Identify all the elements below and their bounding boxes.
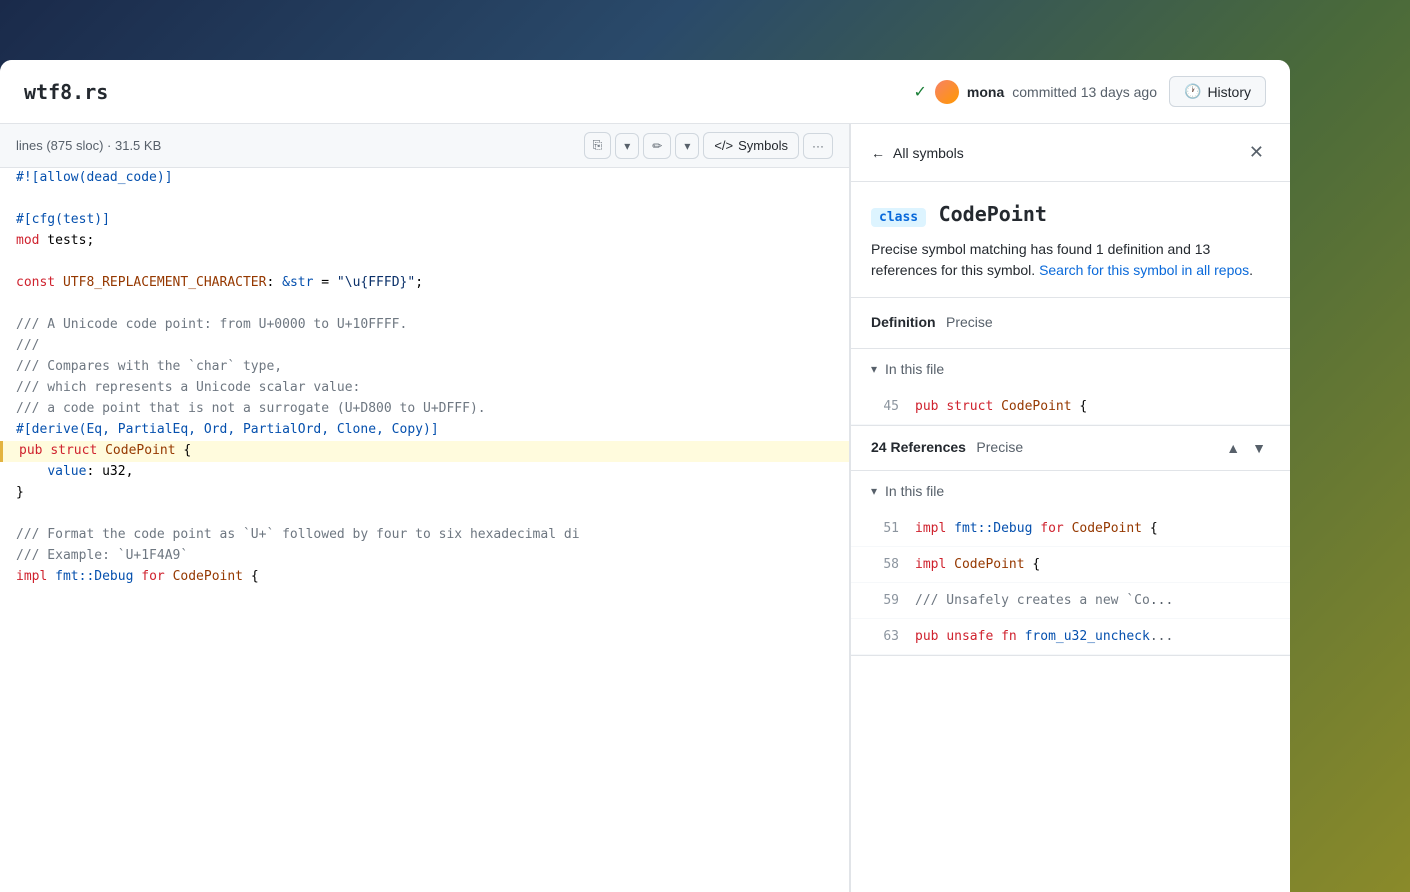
references-header: 24 References Precise ▲ ▼: [851, 426, 1290, 471]
commit-message: committed 13 days ago: [1012, 84, 1157, 100]
ref-code: impl fmt::Debug for CodePoint {: [915, 521, 1270, 536]
symbol-name: CodePoint: [939, 202, 1047, 226]
code-line: /// Example: `U+1F4A9`: [0, 546, 849, 567]
copy-button[interactable]: ⎘: [584, 132, 612, 159]
ref-line-num: 58: [871, 557, 899, 572]
code-line: #[cfg(test)]: [0, 210, 849, 231]
code-panel: lines (875 sloc) · 31.5 KB ⎘ ▾ ✏ ▾ </> S…: [0, 124, 850, 892]
symbol-title-section: class CodePoint Precise symbol matching …: [851, 182, 1290, 298]
ref-code: impl CodePoint {: [915, 557, 1270, 572]
copy-dropdown-button[interactable]: ▾: [615, 133, 639, 159]
definition-section: Definition Precise: [851, 298, 1290, 349]
ref-line-num: 59: [871, 593, 899, 608]
file-header: wtf8.rs ✓ mona committed 13 days ago 🕐 H…: [0, 60, 1290, 124]
code-line: /// a code point that is not a surrogate…: [0, 399, 849, 420]
code-line: }: [0, 483, 849, 504]
ref-code: pub unsafe fn from_u32_uncheck...: [915, 629, 1270, 644]
code-line: /// A Unicode code point: from U+0000 to…: [0, 315, 849, 336]
code-line: /// Compares with the `char` type,: [0, 357, 849, 378]
code-line: [0, 189, 849, 210]
definition-ref-item[interactable]: 45 pub struct CodePoint {: [851, 389, 1290, 425]
code-line: #[derive(Eq, PartialEq, Ord, PartialOrd,…: [0, 420, 849, 441]
toolbar-actions: ⎘ ▾ ✏ ▾ </> Symbols ···: [584, 132, 833, 159]
file-title: wtf8.rs: [24, 80, 108, 104]
references-count-label: 24 References: [871, 439, 966, 455]
panel-close-button[interactable]: ✕: [1243, 140, 1270, 165]
content-area: lines (875 sloc) · 31.5 KB ⎘ ▾ ✏ ▾ </> S…: [0, 124, 1290, 892]
code-line: [0, 252, 849, 273]
code-line: [0, 294, 849, 315]
symbols-icon: </>: [714, 138, 733, 153]
chevron-down-icon-refs: ▾: [871, 484, 877, 498]
edit-button[interactable]: ✏: [643, 133, 671, 159]
code-line: /// which represents a Unicode scalar va…: [0, 378, 849, 399]
main-container: wtf8.rs ✓ mona committed 13 days ago 🕐 H…: [0, 60, 1290, 892]
symbols-button[interactable]: </> Symbols: [703, 132, 799, 159]
definition-in-file-header[interactable]: ▾ In this file: [851, 349, 1290, 389]
symbols-label: Symbols: [738, 138, 788, 153]
code-line: ///: [0, 336, 849, 357]
commit-info: ✓ mona committed 13 days ago: [914, 80, 1158, 104]
commit-author: mona: [967, 84, 1004, 100]
collapse-down-button[interactable]: ▼: [1248, 438, 1270, 458]
symbol-description: Precise symbol matching has found 1 defi…: [871, 239, 1270, 281]
avatar: [935, 80, 959, 104]
ref-item-63[interactable]: 63 pub unsafe fn from_u32_uncheck...: [851, 619, 1290, 655]
back-label: All symbols: [893, 145, 964, 161]
references-title-area: 24 References Precise: [871, 439, 1023, 457]
search-symbol-link[interactable]: Search for this symbol in all repos: [1039, 262, 1249, 278]
definition-type: Precise: [946, 314, 993, 330]
code-line: const UTF8_REPLACEMENT_CHARACTER: &str =…: [0, 273, 849, 294]
ref-item-58[interactable]: 58 impl CodePoint {: [851, 547, 1290, 583]
ref-line-num: 63: [871, 629, 899, 644]
code-line: /// Format the code point as `U+` follow…: [0, 525, 849, 546]
collapse-controls: ▲ ▼: [1222, 438, 1270, 458]
code-line: value: u32,: [0, 462, 849, 483]
code-line: impl fmt::Debug for CodePoint {: [0, 567, 849, 588]
back-arrow-icon: ←: [871, 145, 885, 161]
collapse-up-button[interactable]: ▲: [1222, 438, 1244, 458]
in-file-label: In this file: [885, 361, 944, 377]
code-line: [0, 504, 849, 525]
ref-item-59[interactable]: 59 /// Unsafely creates a new `Co...: [851, 583, 1290, 619]
symbol-title-row: class CodePoint: [871, 202, 1270, 227]
refs-in-file-label: In this file: [885, 483, 944, 499]
ref-line-num: 51: [871, 521, 899, 536]
code-toolbar: lines (875 sloc) · 31.5 KB ⎘ ▾ ✏ ▾ </> S…: [0, 124, 849, 168]
symbols-panel: ← All symbols ✕ class CodePoint Precise …: [850, 124, 1290, 892]
ref-code: /// Unsafely creates a new `Co...: [915, 593, 1270, 608]
file-meta-right: ✓ mona committed 13 days ago 🕐 History: [914, 76, 1267, 107]
code-line-highlighted: pub struct CodePoint {: [0, 441, 849, 462]
ref-code: pub struct CodePoint {: [915, 399, 1270, 414]
chevron-down-icon: ▾: [871, 362, 877, 376]
symbol-kind-badge: class: [871, 208, 926, 227]
check-icon: ✓: [914, 82, 927, 102]
more-button[interactable]: ···: [803, 133, 833, 159]
history-clock-icon: 🕐: [1184, 83, 1201, 100]
ref-line-number: 45: [871, 399, 899, 414]
history-label: History: [1207, 84, 1251, 100]
file-info: lines (875 sloc) · 31.5 KB: [16, 138, 161, 153]
code-line: mod tests;: [0, 231, 849, 252]
ref-item-51[interactable]: 51 impl fmt::Debug for CodePoint {: [851, 511, 1290, 547]
definition-label: Definition: [871, 314, 936, 330]
references-type: Precise: [976, 439, 1023, 455]
back-to-symbols[interactable]: ← All symbols: [871, 145, 964, 161]
panel-header: ← All symbols ✕: [851, 124, 1290, 182]
code-line: #![allow(dead_code)]: [0, 168, 849, 189]
references-in-file-section: ▾ In this file 51 impl fmt::Debug for Co…: [851, 471, 1290, 656]
definition-in-file-section: ▾ In this file 45 pub struct CodePoint {: [851, 349, 1290, 426]
references-in-file-header[interactable]: ▾ In this file: [851, 471, 1290, 511]
edit-dropdown-button[interactable]: ▾: [675, 133, 699, 159]
code-content: #![allow(dead_code)] #[cfg(test)] mod te…: [0, 168, 849, 588]
history-button[interactable]: 🕐 History: [1169, 76, 1266, 107]
